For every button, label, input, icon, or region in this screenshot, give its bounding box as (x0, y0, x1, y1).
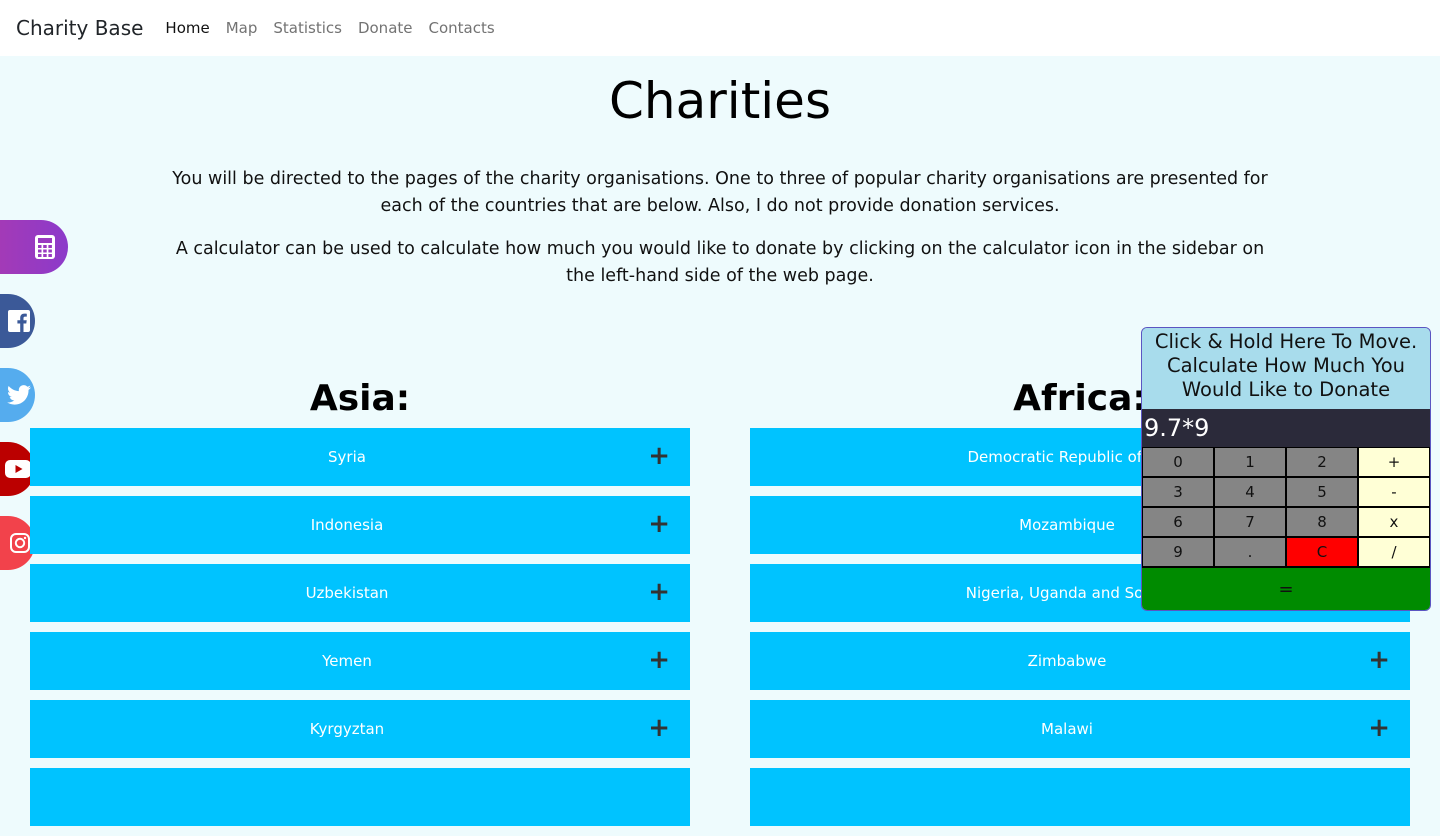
intro-paragraph: You will be directed to the pages of the… (172, 169, 1268, 216)
calc-key-2[interactable]: 2 (1286, 447, 1358, 477)
calc-key-multiply[interactable]: x (1358, 507, 1430, 537)
accordion-label: Uzbekistan (305, 584, 389, 602)
calc-key-1[interactable]: 1 (1214, 447, 1286, 477)
calc-key-0[interactable]: 0 (1142, 447, 1214, 477)
calc-key-6[interactable]: 6 (1142, 507, 1214, 537)
calc-key-4[interactable]: 4 (1214, 477, 1286, 507)
calc-key-9[interactable]: 9 (1142, 537, 1214, 567)
calc-key-plus[interactable]: + (1358, 447, 1430, 477)
nav-link-statistics[interactable]: Statistics (273, 19, 342, 37)
calculator-keypad: 0 1 2 + 3 4 5 - 6 7 8 x 9 . C / (1142, 447, 1430, 567)
nav-link-donate[interactable]: Donate (358, 19, 413, 37)
brand-link[interactable]: Charity Base (16, 16, 143, 40)
plus-icon: + (1368, 645, 1390, 675)
instagram-icon (10, 533, 30, 553)
plus-icon: + (648, 441, 670, 471)
accordion-item-zimbabwe[interactable]: Zimbabwe + (750, 632, 1410, 690)
calculator-display: 9.7*9 (1142, 409, 1430, 447)
calc-key-minus[interactable]: - (1358, 477, 1430, 507)
calc-key-7[interactable]: 7 (1214, 507, 1286, 537)
page-title: Charities (609, 72, 831, 130)
asia-accordion: Syria + Indonesia + Uzbekistan + Yemen +… (30, 428, 690, 836)
calculator-drag-handle[interactable]: Click & Hold Here To Move. Calculate How… (1142, 328, 1430, 409)
plus-icon: + (648, 577, 670, 607)
calc-key-clear[interactable]: C (1286, 537, 1358, 567)
accordion-label: Yemen (322, 652, 372, 670)
accordion-item-kyrgyztan[interactable]: Kyrgyztan + (30, 700, 690, 758)
accordion-item-yemen[interactable]: Yemen + (30, 632, 690, 690)
asia-heading: Asia: (309, 378, 411, 419)
plus-icon: + (648, 645, 670, 675)
accordion-item-partial[interactable] (750, 768, 1410, 826)
calc-key-5[interactable]: 5 (1286, 477, 1358, 507)
sidebar-calculator-button[interactable] (0, 220, 68, 274)
accordion-label: Kyrgyztan (309, 720, 385, 738)
calculator-panel: Click & Hold Here To Move. Calculate How… (1141, 327, 1431, 611)
plus-icon: + (648, 713, 670, 743)
nav-link-contacts[interactable]: Contacts (429, 19, 495, 37)
calc-key-equals[interactable]: = (1142, 567, 1430, 610)
nav-link-map[interactable]: Map (226, 19, 258, 37)
calculator-info-paragraph: A calculator can be used to calculate ho… (175, 239, 1265, 286)
twitter-icon (7, 385, 31, 405)
accordion-item-indonesia[interactable]: Indonesia + (30, 496, 690, 554)
plus-icon: + (1368, 713, 1390, 743)
accordion-label: Indonesia (310, 516, 384, 534)
accordion-label: Zimbabwe (1027, 652, 1107, 670)
accordion-item-malawi[interactable]: Malawi + (750, 700, 1410, 758)
calc-key-8[interactable]: 8 (1286, 507, 1358, 537)
navbar: Charity Base Home Map Statistics Donate … (0, 0, 1440, 56)
accordion-item-partial[interactable] (30, 768, 690, 826)
calc-key-divide[interactable]: / (1358, 537, 1430, 567)
youtube-icon (5, 460, 31, 478)
nav-link-home[interactable]: Home (165, 19, 209, 37)
accordion-item-syria[interactable]: Syria + (30, 428, 690, 486)
accordion-item-uzbekistan[interactable]: Uzbekistan + (30, 564, 690, 622)
accordion-label: Syria (328, 448, 366, 466)
facebook-icon (8, 310, 30, 332)
calc-key-3[interactable]: 3 (1142, 477, 1214, 507)
accordion-label: Malawi (1041, 720, 1093, 738)
sidebar-facebook-link[interactable] (0, 294, 35, 348)
calc-key-decimal[interactable]: . (1214, 537, 1286, 567)
calculator-icon (35, 235, 55, 259)
plus-icon: + (648, 509, 670, 539)
